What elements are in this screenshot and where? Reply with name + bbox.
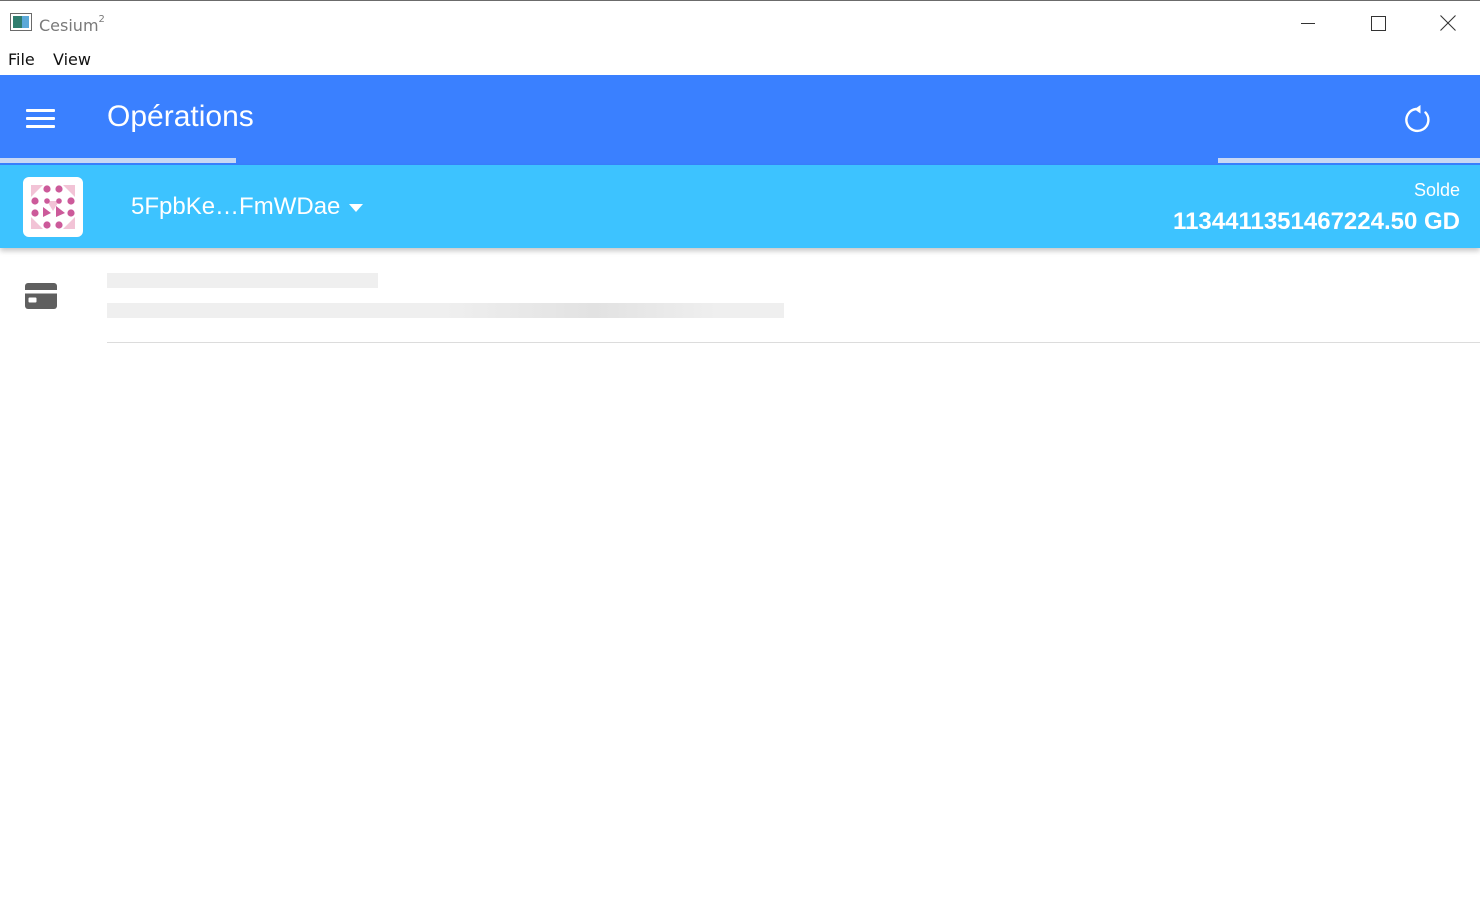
refresh-icon	[1405, 105, 1430, 133]
skeleton-line-subtitle	[107, 303, 784, 318]
toolbar-accent-left	[0, 158, 236, 163]
wallet-header: 5FpbKe…FmWDae Solde 1134411351467224.50 …	[0, 165, 1480, 248]
refresh-button[interactable]	[1398, 99, 1438, 139]
app-icon	[10, 13, 32, 31]
maximize-button[interactable]	[1343, 1, 1413, 45]
toolbar-accent-right	[1218, 158, 1480, 163]
balance-label: Solde	[1413, 180, 1460, 200]
close-icon	[1440, 15, 1456, 31]
menu-bar: File View	[0, 44, 1480, 75]
maximize-icon	[1370, 15, 1386, 31]
identicon-icon	[31, 185, 75, 229]
account-avatar[interactable]	[23, 177, 83, 237]
menu-toggle-button[interactable]	[22, 103, 60, 133]
close-button[interactable]	[1413, 1, 1480, 45]
account-address: 5FpbKe…FmWDae	[131, 193, 341, 220]
skeleton-line-title	[107, 273, 378, 288]
app-toolbar: Opérations	[0, 75, 1480, 165]
window-title: Cesium2	[39, 14, 105, 35]
account-selector[interactable]: 5FpbKe…FmWDae	[131, 193, 364, 221]
page-title: Opérations	[107, 100, 254, 133]
minimize-icon	[1301, 23, 1315, 24]
balance-value: 1134411351467224.50 GD	[1173, 208, 1460, 235]
card-icon	[25, 283, 57, 309]
menu-file[interactable]: File	[8, 50, 35, 69]
menu-view[interactable]: View	[53, 50, 91, 69]
window-titlebar: Cesium2	[0, 0, 1480, 44]
caret-down-icon	[349, 204, 364, 212]
list-divider	[107, 342, 1480, 343]
minimize-button[interactable]	[1273, 1, 1343, 45]
